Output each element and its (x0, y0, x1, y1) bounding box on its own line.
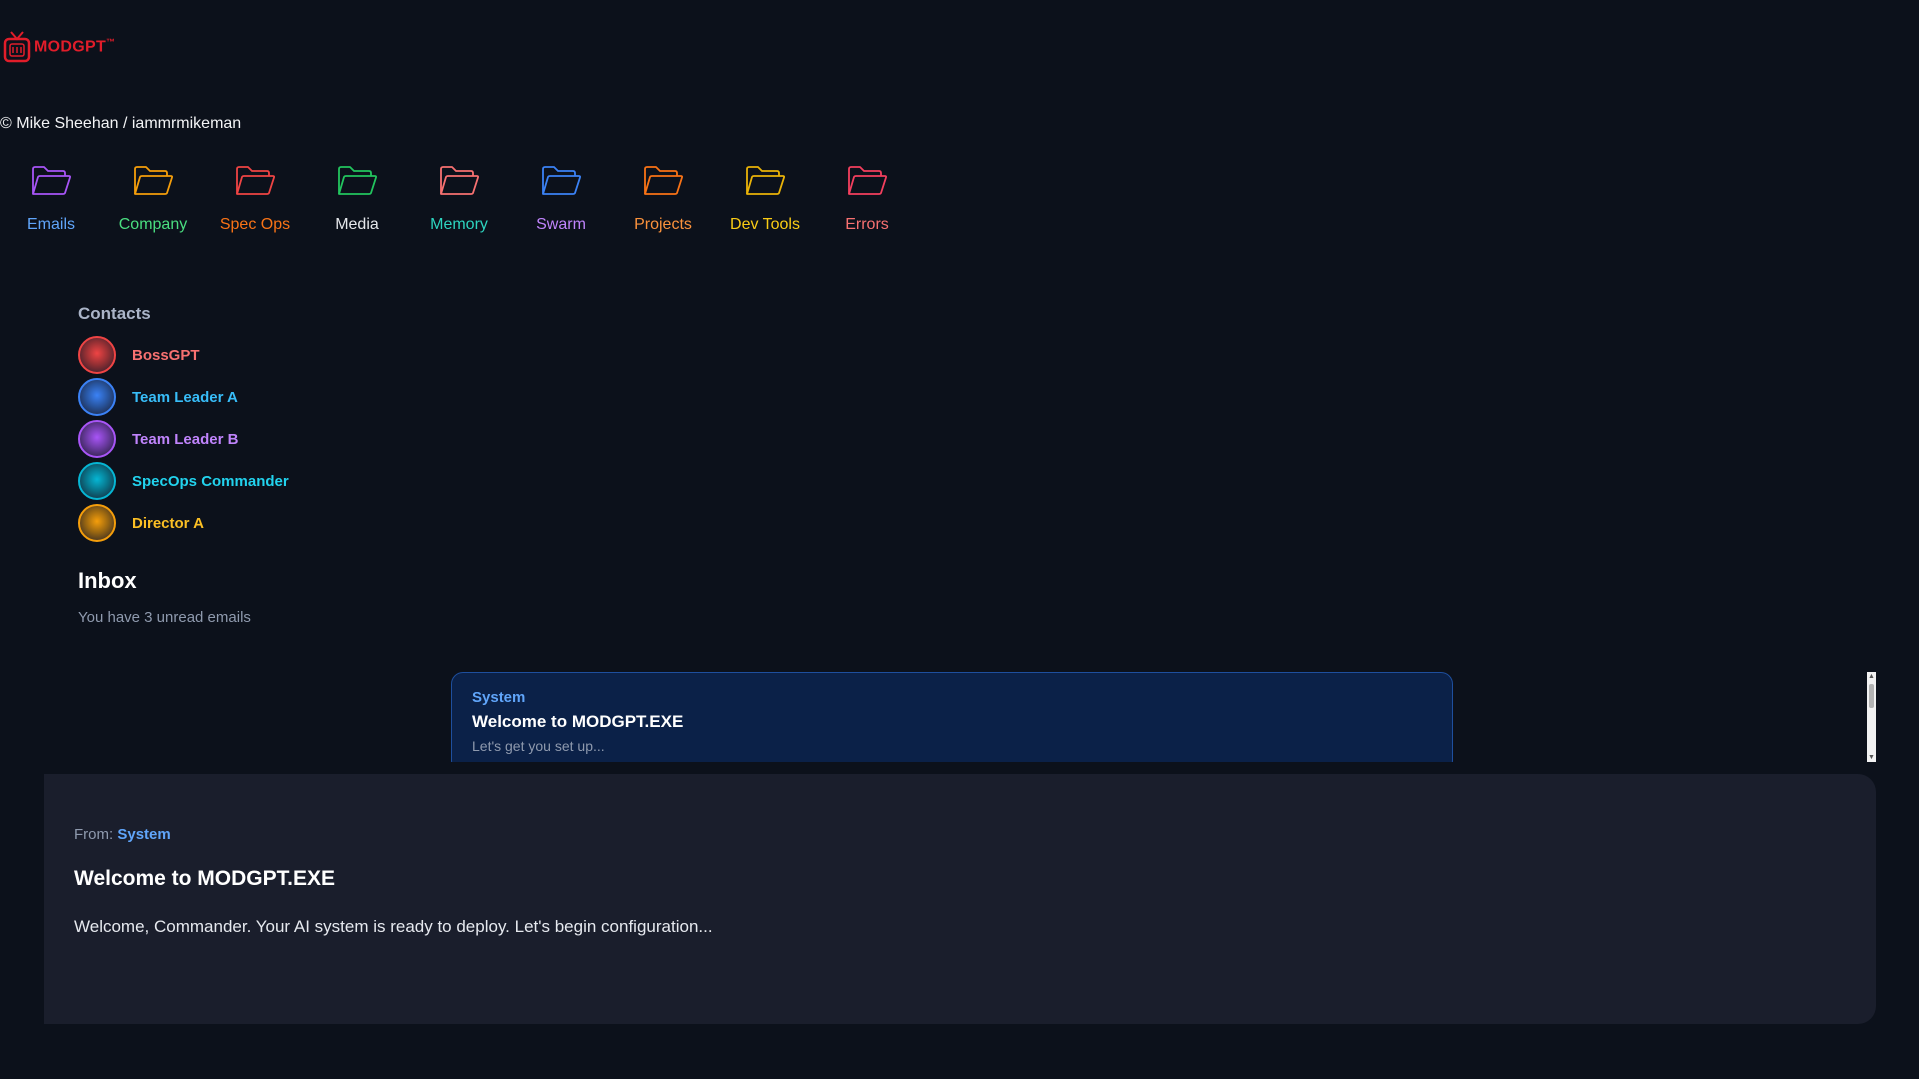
scrollbar-thumb[interactable] (1869, 684, 1874, 708)
email-reader-subject: Welcome to MODGPT.EXE (74, 867, 335, 890)
app-logo: MODGPT™ (2, 30, 115, 64)
folder-icon (236, 166, 276, 195)
contact-name: Team Leader B (132, 430, 239, 448)
folder-swarm[interactable]: Swarm (510, 160, 612, 234)
contact-name: BossGPT (132, 346, 200, 364)
inbox-title: Inbox (78, 568, 137, 593)
folder-label: Media (335, 216, 379, 233)
scroll-down-arrow-icon[interactable]: ▼ (1867, 753, 1876, 762)
folder-label: Dev Tools (730, 216, 800, 233)
contact-bossgpt[interactable]: BossGPT (78, 334, 289, 376)
contact-team-leader-b[interactable]: Team Leader B (78, 418, 289, 460)
contact-specops-commander[interactable]: SpecOps Commander (78, 460, 289, 502)
folder-label: Emails (26, 216, 75, 233)
folder-emails[interactable]: Emails (0, 160, 102, 234)
email-sender: System (472, 689, 526, 706)
folder-icon (644, 166, 684, 195)
folder-spec-ops[interactable]: Spec Ops (204, 160, 306, 234)
copyright-text: © Mike Sheehan / iammrmikeman (0, 115, 242, 132)
avatar (78, 336, 116, 374)
contacts-panel: Contacts BossGPT Team Leader A Team Lead… (78, 304, 289, 544)
contacts-title: Contacts (78, 304, 151, 323)
logo-text: MODGPT™ (34, 37, 116, 56)
avatar (78, 420, 116, 458)
folder-errors[interactable]: Errors (816, 160, 918, 234)
folder-memory[interactable]: Memory (408, 160, 510, 234)
email-reader-body: Welcome, Commander. Your AI system is re… (74, 917, 713, 936)
contact-director-a[interactable]: Director A (78, 502, 289, 544)
contact-name: Team Leader A (132, 388, 238, 406)
inbox-unread-count: You have 3 unread emails (78, 609, 251, 626)
tv-logo-icon (3, 31, 31, 63)
scroll-up-arrow-icon[interactable]: ▲ (1867, 672, 1876, 681)
folder-label: Errors (845, 216, 889, 233)
contact-name: Director A (132, 514, 204, 532)
folder-icon (32, 166, 72, 195)
contact-name: SpecOps Commander (132, 472, 289, 490)
folder-label: Spec Ops (219, 216, 291, 233)
contact-team-leader-a[interactable]: Team Leader A (78, 376, 289, 418)
avatar (78, 378, 116, 416)
email-subject: Welcome to MODGPT.EXE (472, 712, 684, 731)
folder-label: Company (118, 216, 188, 233)
email-from-name: System (117, 826, 171, 843)
folder-icon (746, 166, 786, 195)
folder-bar: Emails Company Spec Ops Media Memory Swa… (0, 160, 918, 234)
email-list-item[interactable]: System Welcome to MODGPT.EXE Let's get y… (451, 672, 1453, 762)
folder-icon (440, 166, 480, 195)
avatar (78, 462, 116, 500)
folder-label: Projects (634, 216, 692, 233)
email-list-scrollbar[interactable]: ▲ ▼ (1867, 672, 1876, 762)
folder-company[interactable]: Company (102, 160, 204, 234)
folder-icon (848, 166, 888, 195)
email-from: From: System (74, 826, 171, 843)
folder-icon (338, 166, 378, 195)
folder-label: Memory (430, 216, 488, 233)
folder-projects[interactable]: Projects (612, 160, 714, 234)
folder-icon (542, 166, 582, 195)
avatar (78, 504, 116, 542)
folder-dev-tools[interactable]: Dev Tools (714, 160, 816, 234)
email-preview: Let's get you set up... (472, 738, 605, 754)
email-list: System Welcome to MODGPT.EXE Let's get y… (451, 672, 1453, 762)
folder-media[interactable]: Media (306, 160, 408, 234)
folder-label: Swarm (536, 216, 586, 233)
email-reader: From: System Welcome to MODGPT.EXE Welco… (44, 774, 1876, 1024)
folder-icon (134, 166, 174, 195)
